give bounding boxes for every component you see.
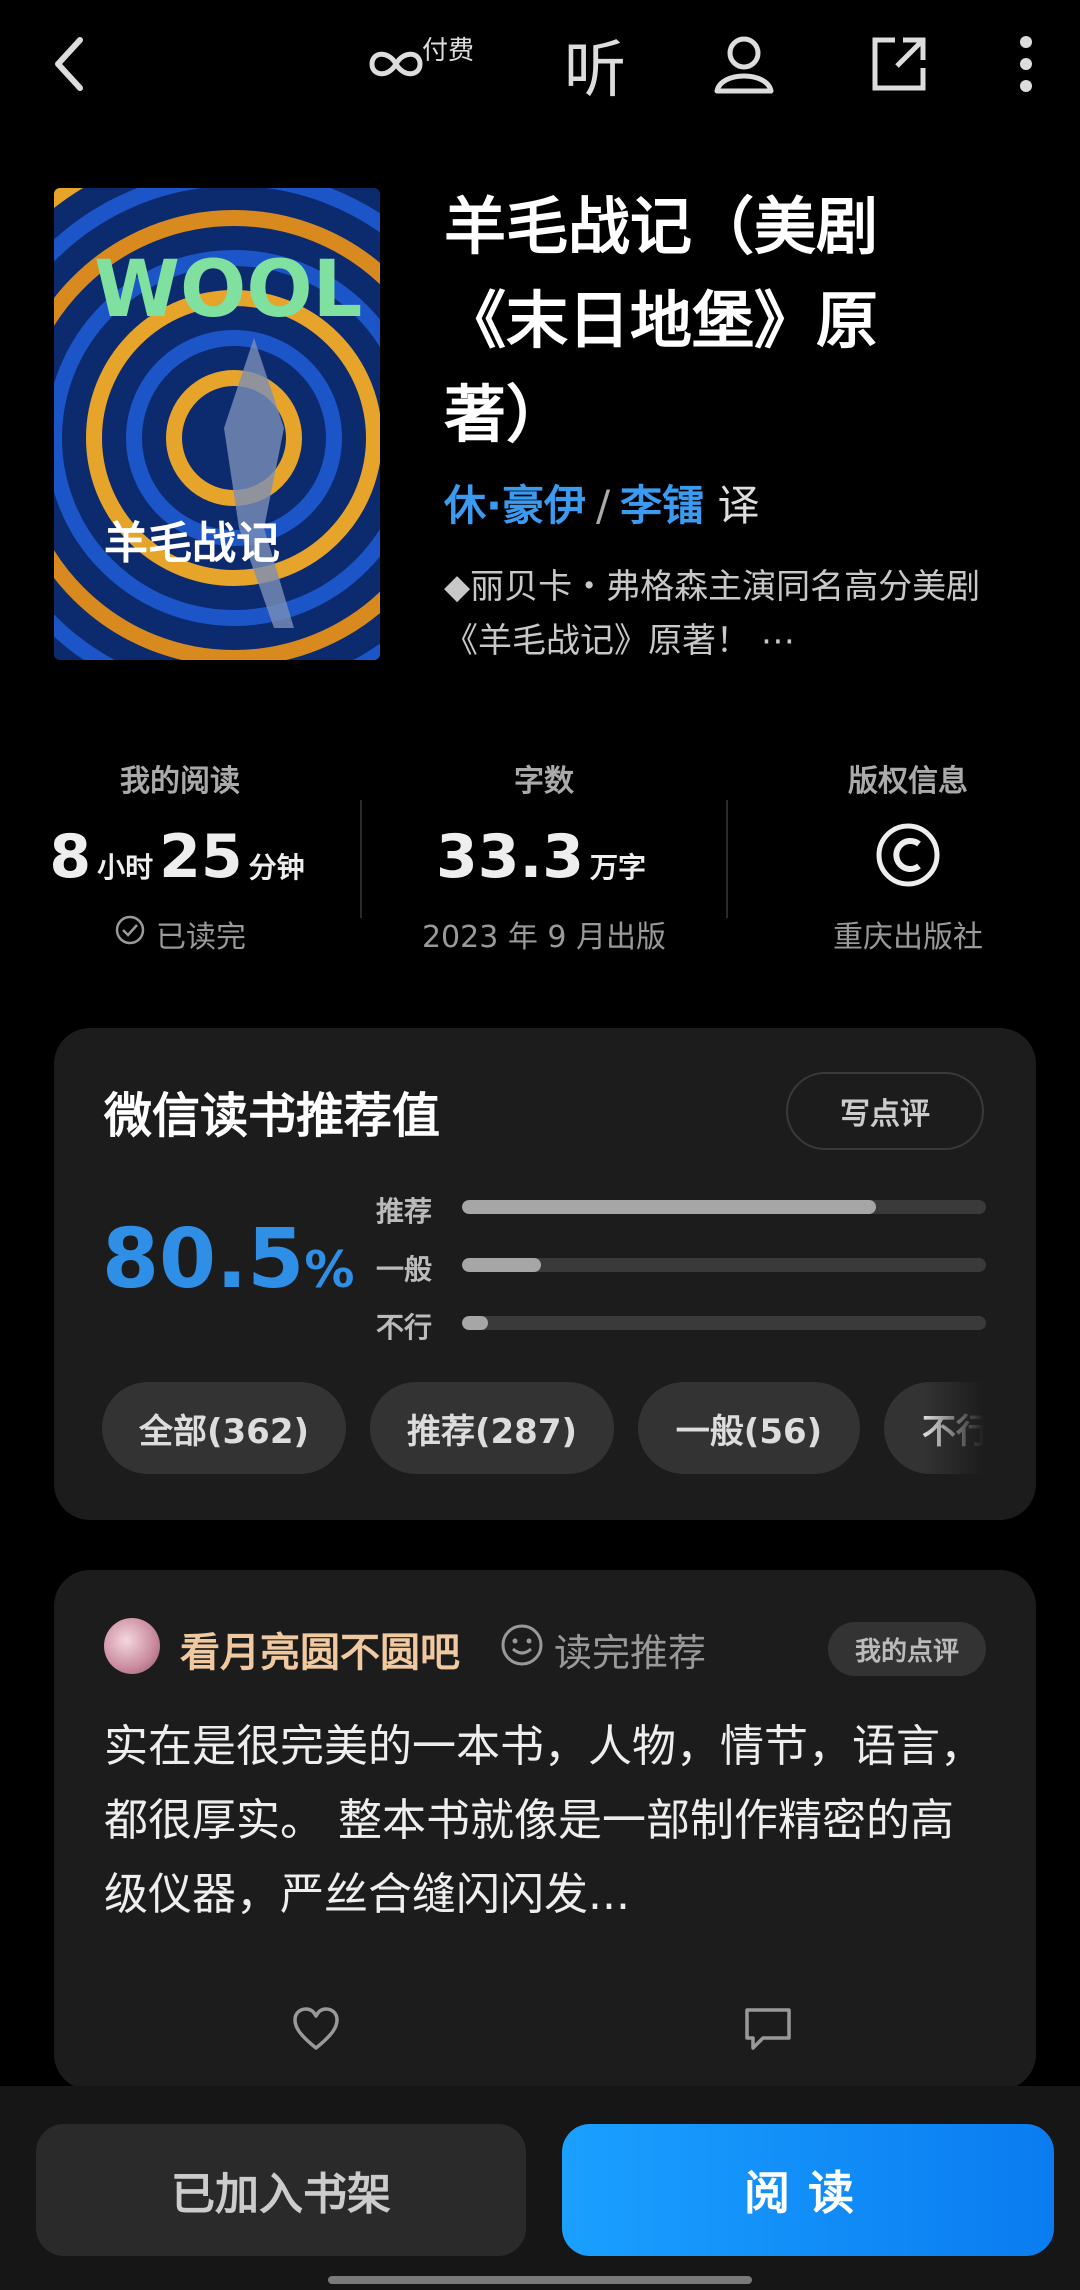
- more-icon[interactable]: [1006, 24, 1046, 104]
- profile-icon[interactable]: [708, 24, 780, 104]
- reading-time: 8 小时 25 分钟: [0, 822, 360, 894]
- review-filter-row: 全部(362) 推荐(287) 一般(56) 不行: [102, 1382, 984, 1474]
- cover-title-text: WOOL: [94, 245, 362, 335]
- filter-all[interactable]: 全部(362): [102, 1382, 346, 1474]
- reading-hours: 8: [49, 822, 92, 892]
- filter-average[interactable]: 一般(56): [638, 1382, 860, 1474]
- book-cover[interactable]: WOOL 羊毛战记: [54, 188, 380, 660]
- publish-date: 2023 年 9 月出版: [421, 920, 667, 955]
- word-count-unit: 万字: [590, 851, 647, 884]
- my-review-tag: 我的点评: [828, 1622, 986, 1676]
- bar-fill-recommend: [462, 1200, 876, 1214]
- book-blurb[interactable]: ◆丽贝卡・弗格森主演同名高分美剧《羊毛战记》原著！ ⋯: [444, 560, 1014, 668]
- check-circle-icon: [114, 914, 146, 954]
- write-review-button[interactable]: 写点评: [786, 1072, 984, 1150]
- bar-track-poor: [462, 1316, 986, 1330]
- bar-label-poor: 不行: [376, 1311, 433, 1344]
- avatar[interactable]: [104, 1618, 160, 1674]
- share-icon[interactable]: [866, 24, 932, 104]
- reading-minutes-unit: 分钟: [248, 851, 305, 884]
- added-to-shelf-button[interactable]: 已加入书架: [36, 2124, 526, 2256]
- listen-button[interactable]: 听: [560, 24, 630, 106]
- read-button[interactable]: 阅读: [562, 2124, 1054, 2256]
- reading-label: 我的阅读: [120, 764, 240, 799]
- like-icon[interactable]: [286, 2004, 346, 2054]
- reviewer-name[interactable]: 看月亮圆不圆吧: [180, 1620, 460, 1678]
- recommend-score: 80.5%: [102, 1212, 354, 1307]
- copyright-label: 版权信息: [848, 764, 968, 799]
- filter-recommend[interactable]: 推荐(287): [370, 1382, 614, 1474]
- back-icon[interactable]: [40, 24, 100, 104]
- review-badge-text: 读完推荐: [554, 1631, 707, 1675]
- reading-minutes: 25: [159, 822, 243, 892]
- reading-stat[interactable]: 我的阅读 8 小时 25 分钟 已读完: [0, 756, 360, 956]
- authors-line: 休·豪伊 / 李镭 译: [444, 472, 760, 533]
- reading-hours-unit: 小时: [97, 851, 154, 884]
- recommend-title: 微信读书推荐值: [104, 1088, 441, 1144]
- comment-icon[interactable]: [738, 2004, 798, 2054]
- stat-divider: [360, 800, 362, 918]
- word-count: 33.3 万字: [364, 822, 724, 894]
- copyright-stat[interactable]: 版权信息 重庆出版社: [728, 756, 1080, 956]
- word-count-label: 字数: [514, 764, 574, 799]
- word-count-stat[interactable]: 字数 33.3 万字 2023 年 9 月出版: [364, 756, 724, 956]
- pay-label[interactable]: 付费: [422, 30, 474, 67]
- score-unit: %: [304, 1241, 355, 1299]
- reading-status: 已读完: [0, 912, 360, 956]
- review-text[interactable]: 实在是很完美的一本书，人物，情节，语言，都很厚实。 整本书就像是一部制作精密的高…: [104, 1710, 994, 1932]
- smile-icon: [500, 1623, 544, 1676]
- translator-role: 译: [717, 481, 760, 530]
- book-title: 羊毛战记（美剧《末日地堡》原著）: [444, 190, 879, 451]
- bar-fill-poor: [462, 1316, 489, 1330]
- bar-label-recommend: 推荐: [376, 1195, 433, 1228]
- infinity-pay-icon[interactable]: [366, 24, 426, 104]
- bar-label-average: 一般: [376, 1253, 433, 1286]
- reading-status-text: 已读完: [156, 920, 246, 955]
- copyright-icon: [728, 822, 1080, 894]
- home-indicator[interactable]: [328, 2276, 752, 2284]
- cover-chinese-title: 羊毛战记: [104, 518, 280, 569]
- bar-fill-average: [462, 1258, 541, 1272]
- publisher-name: 重庆出版社: [833, 920, 983, 955]
- translator-link[interactable]: 李镭: [620, 481, 704, 530]
- bar-track-average: [462, 1258, 986, 1272]
- review-badge: 读完推荐: [500, 1622, 706, 1677]
- word-count-value: 33.3: [435, 822, 585, 892]
- author-separator: /: [595, 481, 611, 530]
- author-link[interactable]: 休·豪伊: [444, 481, 586, 530]
- filter-fade: [924, 1382, 984, 1474]
- top-bar: 付费 听: [0, 0, 1080, 130]
- score-value: 80.5: [102, 1212, 305, 1307]
- bar-track-recommend: [462, 1200, 986, 1214]
